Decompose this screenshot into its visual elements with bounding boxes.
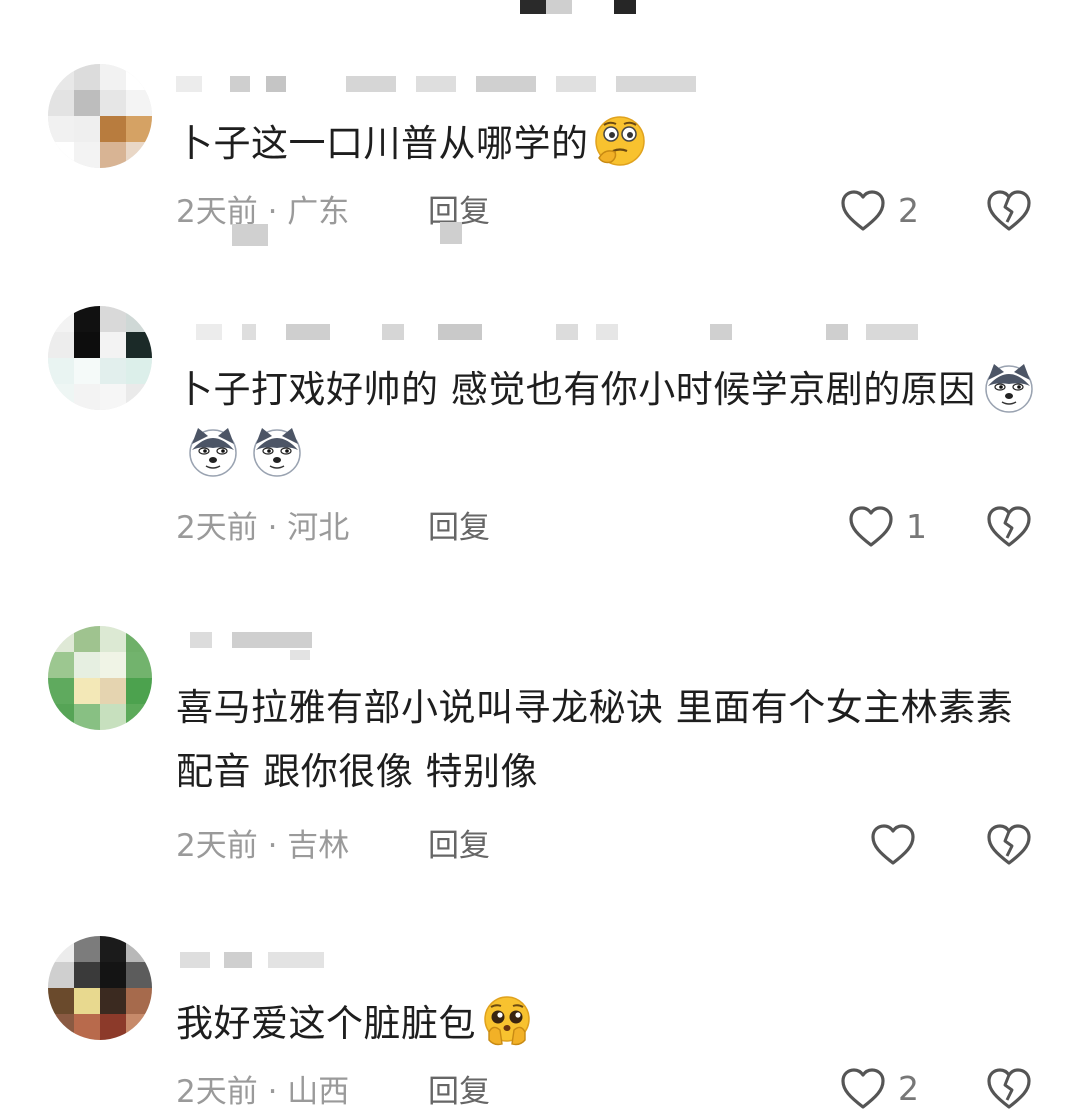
- pixelated-fragment: [232, 224, 268, 246]
- comment-item: 卜子这一口川普从哪学的 2天前 · 广东 回复 2: [0, 50, 1080, 250]
- like-button[interactable]: 2: [838, 1064, 948, 1114]
- avatar[interactable]: [48, 936, 152, 1040]
- comment-time-location: 2天前 · 河北: [176, 510, 350, 546]
- avatar[interactable]: [48, 64, 152, 168]
- thinking-face-emoji: [593, 114, 647, 168]
- pleading-face-emoji: [480, 994, 534, 1048]
- broken-heart-icon: [987, 1068, 1031, 1109]
- comment-text: 我好爱这个脏脏包: [176, 992, 1046, 1056]
- broken-heart-icon: [987, 506, 1031, 547]
- like-button[interactable]: 1: [846, 502, 956, 552]
- username-pixelated[interactable]: [176, 948, 736, 974]
- avatar[interactable]: [48, 626, 152, 730]
- dislike-button[interactable]: [984, 186, 1034, 236]
- comment-text: 卜子打戏好帅的 感觉也有你小时候学京剧的原因: [176, 358, 1046, 486]
- dislike-button[interactable]: [984, 1064, 1034, 1114]
- dog-face-emoji: [250, 424, 304, 478]
- top-pixelated-fragment: [520, 0, 546, 14]
- comment-item: 我好爱这个脏脏包 2天前 · 山西 回复 2: [0, 930, 1080, 1118]
- comment-time-location: 2天前 · 山西: [176, 1074, 350, 1110]
- like-button[interactable]: 2: [838, 186, 948, 236]
- like-count: 1: [906, 507, 927, 546]
- top-pixelated-fragment: [546, 0, 572, 14]
- like-count: 2: [898, 1069, 919, 1108]
- dislike-button[interactable]: [984, 820, 1034, 870]
- heart-outline-icon: [841, 190, 885, 231]
- username-pixelated[interactable]: [176, 320, 936, 346]
- username-pixelated[interactable]: [176, 628, 736, 660]
- reply-button[interactable]: 回复: [428, 1072, 490, 1112]
- heart-outline-icon: [841, 1068, 885, 1109]
- heart-outline-icon: [849, 506, 893, 547]
- comment-text-content: 卜子打戏好帅的 感觉也有你小时候学京剧的原因: [176, 368, 976, 411]
- broken-heart-icon: [987, 824, 1031, 865]
- comment-time-location: 2天前 · 吉林: [176, 828, 350, 864]
- heart-outline-icon: [871, 824, 915, 865]
- like-button[interactable]: [868, 820, 978, 870]
- top-pixelated-fragment: [614, 0, 636, 14]
- comment-text: 喜马拉雅有部小说叫寻龙秘诀 里面有个女主林素素 配音 跟你很像 特别像: [176, 676, 1046, 804]
- dislike-button[interactable]: [984, 502, 1034, 552]
- pixelated-fragment: [440, 222, 462, 244]
- reply-button[interactable]: 回复: [428, 826, 490, 866]
- broken-heart-icon: [987, 190, 1031, 231]
- comment-text-content: 喜马拉雅有部小说叫寻龙秘诀 里面有个女主林素素 配音 跟你很像 特别像: [176, 686, 1014, 793]
- comment-item: 卜子打戏好帅的 感觉也有你小时候学京剧的原因 2天前 · 河北 回复 1: [0, 300, 1080, 570]
- comment-text-content: 卜子这一口川普从哪学的: [176, 122, 589, 165]
- dog-face-emoji: [186, 424, 240, 478]
- reply-button[interactable]: 回复: [428, 508, 490, 548]
- username-pixelated[interactable]: [176, 72, 736, 98]
- comment-text-content: 我好爱这个脏脏包: [176, 1002, 476, 1045]
- comment-item: 喜马拉雅有部小说叫寻龙秘诀 里面有个女主林素素 配音 跟你很像 特别像 2天前 …: [0, 620, 1080, 880]
- comment-text: 卜子这一口川普从哪学的: [176, 112, 1046, 176]
- like-count: 2: [898, 191, 919, 230]
- avatar[interactable]: [48, 306, 152, 410]
- dog-face-emoji: [982, 360, 1036, 414]
